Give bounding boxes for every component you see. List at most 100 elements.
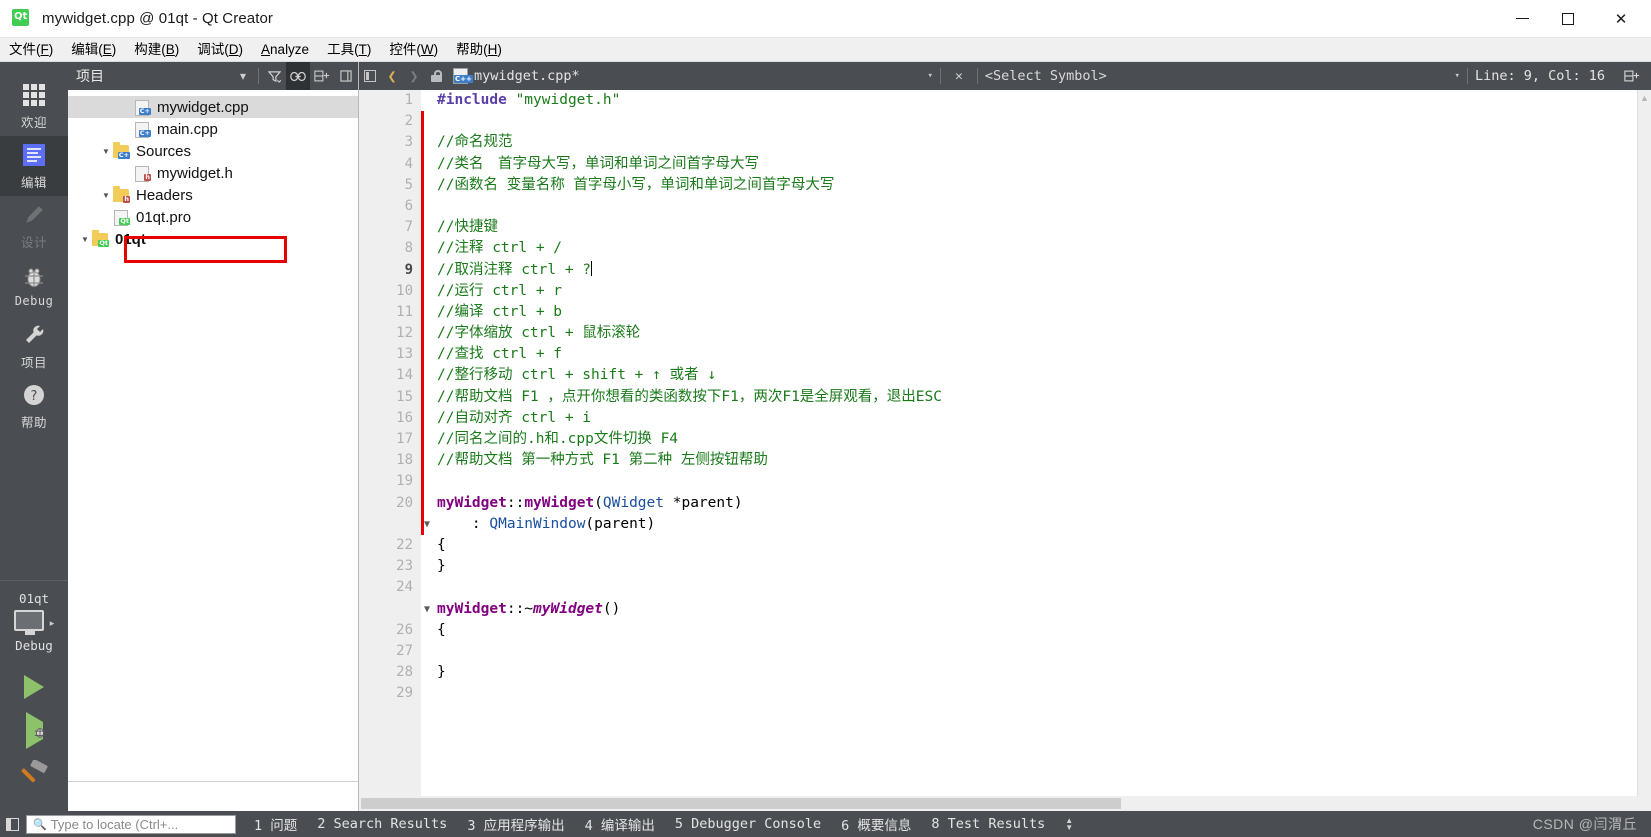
view-selector-button[interactable]: ▾ [231, 62, 255, 90]
tree-item-main.cpp[interactable]: C+ main.cpp [68, 118, 358, 140]
mode-button-编辑[interactable]: 编辑 [0, 136, 68, 196]
horizontal-scrollbar[interactable] [359, 796, 1651, 811]
code-line-25[interactable]: myWidget::~myWidget() [437, 599, 1637, 620]
filter-button[interactable] [262, 62, 286, 90]
code-line-3[interactable]: //命名规范 [437, 132, 1637, 153]
symbol-dropdown-button[interactable]: ▾ [1455, 71, 1460, 81]
output-pane-resize-handle[interactable]: ▲ ▼ [1055, 817, 1083, 832]
twisty-expanded-icon[interactable]: ▼ [99, 147, 113, 156]
code-line-4[interactable]: //类名 首字母大写，单词和单词之间首字母大写 [437, 154, 1637, 175]
kit-selector[interactable]: ▸ [13, 610, 55, 636]
hammer-icon [21, 760, 48, 783]
code-line-29[interactable] [437, 683, 1637, 704]
menu-item-2[interactable]: 构建(B) [125, 38, 188, 62]
close-button[interactable]: ✕ [1591, 0, 1651, 38]
lock-toggle-button[interactable] [425, 62, 447, 90]
code-line-2[interactable] [437, 111, 1637, 132]
chevron-right-icon: ▸ [49, 617, 55, 628]
output-pane-Search Results[interactable]: 2 Search Results [307, 816, 457, 832]
output-pane-概要信息[interactable]: 6 概要信息 [831, 814, 921, 834]
code-line-21[interactable]: : QMainWindow(parent) [437, 514, 1637, 535]
code-line-5[interactable]: //函数名 变量名称 首字母小写，单词和单词之间首字母大写 [437, 175, 1637, 196]
code-line-19[interactable] [437, 471, 1637, 492]
output-pane-编译输出[interactable]: 4 编译输出 [575, 814, 665, 834]
code-line-18[interactable]: //帮助文档 第一种方式 F1 第二种 左侧按钮帮助 [437, 450, 1637, 471]
mode-button-欢迎[interactable]: 欢迎 [0, 76, 68, 136]
toggle-sidebar-button[interactable] [0, 811, 24, 837]
code-line-1[interactable]: #include "mywidget.h" [437, 90, 1637, 111]
menu-item-5[interactable]: 工具(T) [318, 38, 380, 62]
menu-item-3[interactable]: 调试(D) [188, 38, 252, 62]
menu-item-7[interactable]: 帮助(H) [447, 38, 511, 62]
link-icon [290, 71, 306, 81]
build-button[interactable] [0, 753, 68, 797]
split-editor-button[interactable] [359, 62, 381, 90]
output-pane-Debugger Console[interactable]: 5 Debugger Console [665, 816, 831, 832]
code-line-28[interactable]: } [437, 662, 1637, 683]
code-line-27[interactable] [437, 641, 1637, 662]
code-line-13[interactable]: //查找 ctrl + f [437, 344, 1637, 365]
code-line-15[interactable]: //帮助文档 F1 ，点开你想看的类函数按下F1，两次F1是全屏观看，退出ESC [437, 387, 1637, 408]
menu-item-6[interactable]: 控件(W) [380, 38, 447, 62]
code-content[interactable]: #include "mywidget.h" //命名规范//类名 首字母大写，单… [421, 90, 1637, 796]
document-dropdown-button[interactable]: ▾ [927, 71, 932, 81]
run-button[interactable] [0, 665, 68, 709]
line-number-12: 12 [396, 325, 413, 342]
symbol-selector[interactable]: <Select Symbol> [985, 68, 1107, 84]
output-pane-问题[interactable]: 1 问题 [244, 814, 307, 834]
menu-item-4[interactable]: Analyze [252, 38, 318, 62]
line-col-indicator[interactable]: Line: 9, Col: 16 [1475, 68, 1605, 84]
project-tree[interactable]: C+ mywidget.cpp C+ main.cpp ▼ C+ Sources h mywid… [68, 90, 358, 781]
vertical-scrollbar[interactable]: ▲ [1637, 90, 1651, 796]
mode-button-帮助[interactable]: ? 帮助 [0, 376, 68, 436]
code-line-17[interactable]: //同名之间的.h和.cpp文件切换 F4 [437, 429, 1637, 450]
tree-item-01qt.pro[interactable]: Qt 01qt.pro [68, 206, 358, 228]
code-line-20[interactable]: myWidget::myWidget(QWidget *parent) [437, 493, 1637, 514]
code-line-23[interactable]: } [437, 556, 1637, 577]
code-line-12[interactable]: //字体缩放 ctrl + 鼠标滚轮 [437, 323, 1637, 344]
code-editor[interactable]: 1 2 3 4 5 6 7 8 9 10 11 12 13 14 15 16 17 18 19 20 ▼ 22 23 24 ▼ 2… [359, 90, 1651, 796]
code-line-8[interactable]: //注释 ctrl + / [437, 238, 1637, 259]
maximize-button[interactable] [1545, 0, 1591, 38]
tree-item-01qt[interactable]: ▼ Qt 01qt [68, 228, 358, 250]
sync-with-editor-button[interactable] [286, 62, 310, 90]
menu-item-0[interactable]: 文件(F) [0, 38, 62, 62]
expand-all-button[interactable] [310, 62, 334, 90]
line-number-5: 5 [404, 176, 413, 193]
code-line-16[interactable]: //自动对齐 ctrl + i [437, 408, 1637, 429]
twisty-expanded-icon[interactable]: ▼ [99, 191, 113, 200]
menu-item-1[interactable]: 编辑(E) [62, 38, 125, 62]
output-pane-应用程序输出[interactable]: 3 应用程序输出 [457, 814, 574, 834]
scrollbar-thumb[interactable] [361, 798, 1121, 809]
split-button[interactable] [1621, 62, 1643, 90]
code-line-6[interactable] [437, 196, 1637, 217]
code-line-26[interactable]: { [437, 620, 1637, 641]
tree-item-mywidget.h[interactable]: h mywidget.h [68, 162, 358, 184]
tree-item-Headers[interactable]: ▼ h Headers [68, 184, 358, 206]
code-line-22[interactable]: { [437, 535, 1637, 556]
close-document-button[interactable]: ✕ [948, 62, 970, 90]
tree-item-mywidget.cpp[interactable]: C+ mywidget.cpp [68, 96, 358, 118]
mode-button-项目[interactable]: 项目 [0, 316, 68, 376]
code-line-9[interactable]: //取消注释 ctrl + ? [437, 260, 1637, 281]
mode-label: 欢迎 [20, 115, 47, 130]
mode-button-Debug[interactable]: Debug [0, 256, 68, 316]
code-line-10[interactable]: //运行 ctrl + r [437, 281, 1637, 302]
line-number-8: 8 [404, 240, 413, 257]
close-panel-button[interactable] [334, 62, 358, 90]
tree-item-Sources[interactable]: ▼ C+ Sources [68, 140, 358, 162]
minimize-button[interactable] [1499, 0, 1545, 38]
twisty-expanded-icon[interactable]: ▼ [78, 235, 92, 244]
open-document-selector[interactable]: C++ mywidget.cpp* [453, 68, 580, 84]
navigate-back-button[interactable]: ❮ [381, 62, 403, 90]
chevron-up-icon[interactable]: ▲ [1640, 93, 1649, 103]
code-line-7[interactable]: //快捷键 [437, 217, 1637, 238]
output-pane-Test Results[interactable]: 8 Test Results [921, 816, 1055, 832]
code-line-11[interactable]: //编译 ctrl + b [437, 302, 1637, 323]
code-line-24[interactable] [437, 577, 1637, 598]
search-icon: 🔍 [33, 818, 47, 831]
locator-field[interactable]: 🔍 Type to locate (Ctrl+... [26, 814, 236, 834]
navigate-forward-button[interactable]: ❯ [403, 62, 425, 90]
code-line-14[interactable]: //整行移动 ctrl + shift + ↑ 或者 ↓ [437, 365, 1637, 386]
debug-button[interactable] [0, 709, 68, 753]
